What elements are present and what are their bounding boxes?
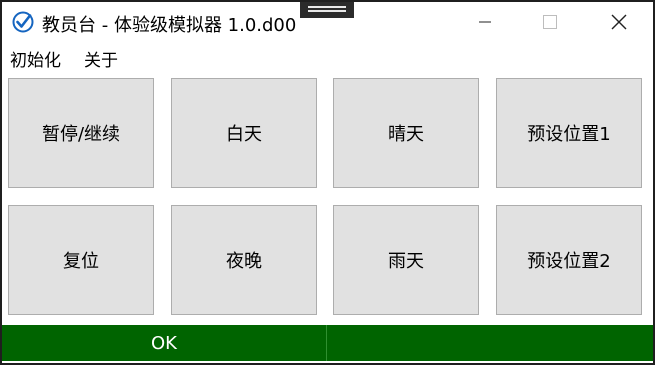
menu-bar: 初始化 关于	[2, 46, 653, 72]
reset-button[interactable]: 复位	[8, 205, 154, 315]
rainy-button[interactable]: 雨天	[333, 205, 479, 315]
pause-resume-button[interactable]: 暂停/继续	[8, 78, 154, 188]
daytime-button[interactable]: 白天	[171, 78, 317, 188]
window-title: 教员台 - 体验级模拟器 1.0.d00	[42, 15, 297, 36]
night-button[interactable]: 夜晚	[171, 205, 317, 315]
status-right	[327, 325, 653, 361]
preset-position-1-button[interactable]: 预设位置1	[496, 78, 642, 188]
close-icon	[611, 14, 627, 30]
status-bar: OK	[2, 325, 653, 361]
preset-position-2-button[interactable]: 预设位置2	[496, 205, 642, 315]
minimize-icon	[479, 16, 491, 28]
sunny-button[interactable]: 晴天	[333, 78, 479, 188]
minimize-button[interactable]	[450, 2, 520, 42]
menu-initialize[interactable]: 初始化	[10, 46, 61, 71]
menu-about[interactable]: 关于	[84, 46, 118, 71]
check-circle-icon	[12, 11, 34, 33]
status-left: OK	[151, 332, 177, 354]
close-button[interactable]	[584, 2, 653, 42]
maximize-button[interactable]	[515, 2, 585, 42]
grip-lines-icon	[308, 6, 346, 12]
maximize-icon	[543, 15, 557, 29]
app-window: 教员台 - 体验级模拟器 1.0.d00 初始化 关于 暂停/继续 白天 晴天 …	[0, 0, 655, 365]
drag-grip[interactable]	[300, 2, 354, 18]
